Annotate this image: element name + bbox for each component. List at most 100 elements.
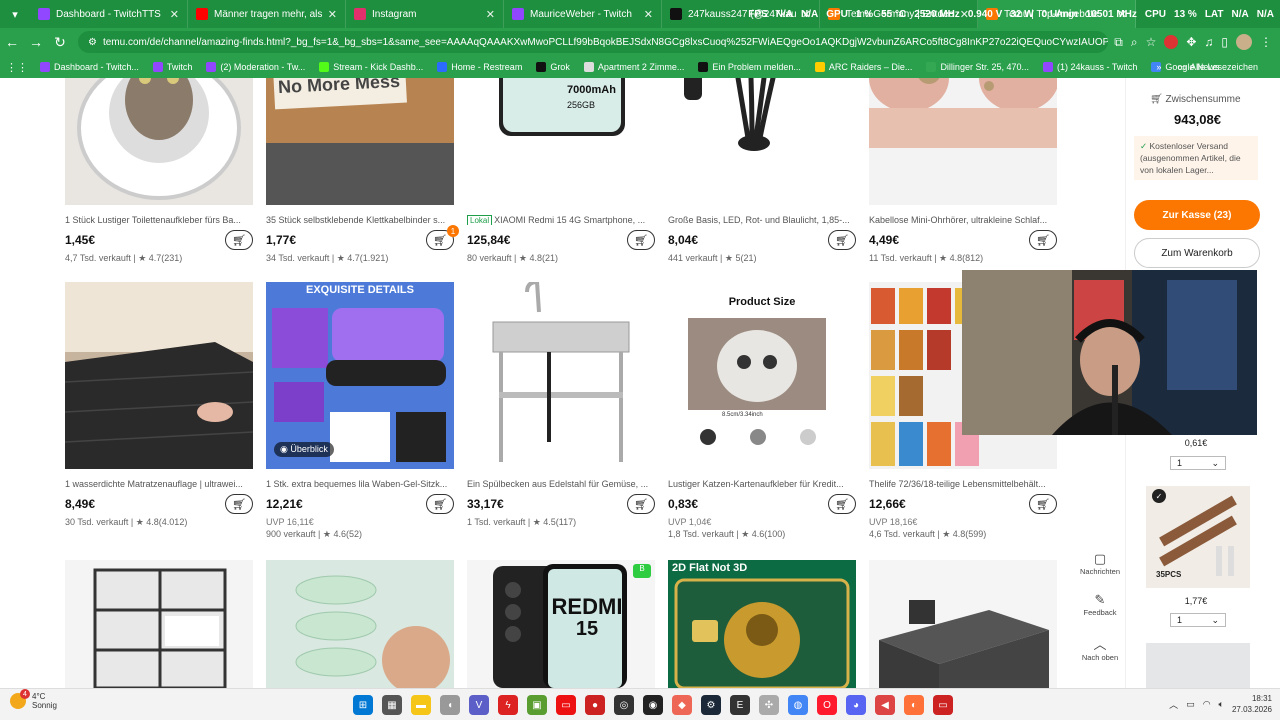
epic-games-icon[interactable]: E bbox=[730, 695, 750, 715]
product-card[interactable]: 1 Stück Lustiger Toilettenaufkleber fürs… bbox=[65, 78, 253, 264]
wifi-icon[interactable]: ◠ bbox=[1203, 699, 1211, 710]
reload-icon[interactable]: ↻ bbox=[48, 30, 72, 54]
game-icon[interactable]: ◆ bbox=[672, 695, 692, 715]
product-card[interactable]: 1 wasserdichte Matratzenauflage | ultraw… bbox=[65, 282, 253, 528]
add-to-cart-button[interactable]: 🛒︎ bbox=[627, 230, 655, 250]
add-to-cart-button[interactable]: 🛒︎ bbox=[828, 230, 856, 250]
volume-icon[interactable]: 🔈︎ bbox=[1219, 699, 1224, 710]
discord-icon[interactable]: ◕ bbox=[846, 695, 866, 715]
product-image[interactable]: Product Size 8.5cm/3.34inch bbox=[668, 282, 856, 469]
bluestacks-icon[interactable]: ◉ bbox=[643, 695, 663, 715]
product-title[interactable]: Lokal XIAOMI Redmi 15 4G Smartphone, ... bbox=[467, 215, 655, 225]
back-icon[interactable]: ← bbox=[0, 30, 24, 54]
product-card[interactable] bbox=[869, 560, 1057, 688]
tab-search-icon[interactable]: ▾ bbox=[4, 3, 26, 25]
close-tab-icon[interactable]: ✕ bbox=[486, 8, 495, 21]
v-app-icon[interactable]: V bbox=[469, 695, 489, 715]
product-title[interactable]: 1 wasserdichte Matratzenauflage | ultraw… bbox=[65, 479, 253, 489]
mouse-icon[interactable]: ◖ bbox=[440, 695, 460, 715]
network-icon[interactable]: ✣ bbox=[759, 695, 779, 715]
add-to-cart-button[interactable]: 🛒︎ bbox=[426, 494, 454, 514]
product-image[interactable]: No More Mess bbox=[266, 78, 454, 205]
zoom-icon[interactable]: ⌕ bbox=[1131, 35, 1138, 50]
product-title[interactable]: 1 Stück Lustiger Toilettenaufkleber fürs… bbox=[65, 215, 253, 225]
product-card[interactable]: No More Mess 35 Stück selbstklebende Klet… bbox=[266, 78, 459, 264]
bookmark-item[interactable]: ARC Raiders – Die... bbox=[814, 62, 912, 72]
add-to-cart-button[interactable]: 🛒︎ bbox=[1029, 494, 1057, 514]
obs-icon[interactable]: ◎ bbox=[614, 695, 634, 715]
product-title[interactable]: 35 Stück selbstklebende Klettkabelbinder… bbox=[266, 215, 454, 225]
bookmark-item[interactable]: (1) 24kauss - Twitch bbox=[1042, 62, 1137, 72]
product-image[interactable] bbox=[668, 78, 856, 205]
record-icon[interactable]: ● bbox=[585, 695, 605, 715]
close-tab-icon[interactable]: ✕ bbox=[644, 8, 653, 21]
product-card[interactable] bbox=[65, 560, 253, 688]
product-title[interactable]: Große Basis, LED, Rot- und Blaulicht, 1,… bbox=[668, 215, 856, 225]
browser-tab[interactable]: Männer tragen mehr, als sie zei ✕ bbox=[188, 0, 346, 28]
tray-chevron-icon[interactable]: ︿ bbox=[1169, 698, 1178, 711]
clock[interactable]: 18:31 27.03.2026 bbox=[1232, 693, 1272, 715]
extensions-icon[interactable]: ✥ bbox=[1186, 35, 1196, 49]
add-to-cart-button[interactable]: 🛒︎ bbox=[1029, 230, 1057, 250]
site-info-icon[interactable]: ⚙ bbox=[88, 37, 97, 48]
product-card[interactable]: Große Basis, LED, Rot- und Blaulicht, 1,… bbox=[668, 78, 856, 264]
product-title[interactable]: Lustiger Katzen-Kartenaufkleber für Kred… bbox=[668, 479, 856, 489]
close-tab-icon[interactable]: ✕ bbox=[170, 8, 179, 21]
file-explorer-icon[interactable]: ▬ bbox=[411, 695, 431, 715]
bookmark-item[interactable]: Apartment 2 Zimme... bbox=[583, 62, 684, 72]
chrome-icon[interactable]: ◍ bbox=[788, 695, 808, 715]
all-bookmarks-folder[interactable]: ▭ Alle Lesezeichen bbox=[1177, 62, 1258, 73]
bookmark-item[interactable]: Twitch bbox=[152, 62, 192, 72]
url-field[interactable]: ⚙ temu.com/de/channel/amazing-finds.html… bbox=[78, 31, 1109, 53]
bookmark-item[interactable]: Dillinger Str. 25, 470... bbox=[926, 62, 1029, 72]
product-card[interactable]: EXQUISITE DETAILS ◉ Überblick 1 Stk. extra… bbox=[266, 282, 454, 540]
firefox-icon[interactable]: ◐ bbox=[904, 695, 924, 715]
media-icon[interactable]: ♫ bbox=[1204, 35, 1213, 49]
extension-abp-icon[interactable] bbox=[1164, 35, 1179, 49]
product-title[interactable]: Thelife 72/36/18-teilige Lebensmittelbeh… bbox=[869, 479, 1057, 489]
calculator-icon[interactable]: ▦ bbox=[382, 695, 402, 715]
product-card[interactable]: REDMI 15 B bbox=[467, 560, 655, 688]
bookmark-item[interactable]: Home - Restream bbox=[437, 62, 522, 72]
bookmark-star-icon[interactable]: ☆ bbox=[1146, 35, 1157, 49]
product-image[interactable] bbox=[467, 282, 655, 469]
add-to-cart-button[interactable]: 🛒︎ bbox=[627, 494, 655, 514]
product-card[interactable]: Kabellose Mini-Ohrhörer, ultrakleine Sch… bbox=[869, 78, 1057, 264]
bookmarks-more[interactable]: » bbox=[1156, 62, 1161, 72]
bookmark-item[interactable]: Stream - Kick Dashb... bbox=[319, 62, 423, 72]
feedback-button[interactable]: ✎ Feedback bbox=[1075, 592, 1125, 617]
flash-app-icon[interactable]: ϟ bbox=[498, 695, 518, 715]
product-card[interactable]: Ein Spülbecken aus Edelstahl für Gemüse,… bbox=[467, 282, 655, 528]
menu-icon[interactable]: ⋮ bbox=[1260, 35, 1272, 49]
stream-deck-icon[interactable]: ▭ bbox=[933, 695, 953, 715]
product-image[interactable] bbox=[869, 78, 1057, 205]
product-card[interactable]: 2D Flat Not 3D bbox=[668, 560, 856, 688]
product-image[interactable] bbox=[65, 78, 253, 205]
sidepanel-icon[interactable]: ▯ bbox=[1221, 35, 1228, 49]
add-to-cart-button[interactable]: 🛒︎ bbox=[828, 494, 856, 514]
forward-icon[interactable]: → bbox=[24, 30, 48, 54]
product-title[interactable]: Kabellose Mini-Ohrhörer, ultrakleine Sch… bbox=[869, 215, 1057, 225]
item-selected-check-2[interactable]: ✓ bbox=[1152, 489, 1166, 503]
start-icon[interactable]: ⊞ bbox=[353, 695, 373, 715]
quantity-select[interactable]: 1 ⌄ bbox=[1170, 456, 1226, 470]
bookmark-item[interactable]: (2) Moderation - Tw... bbox=[206, 62, 305, 72]
add-to-cart-button[interactable]: 🛒︎ bbox=[225, 494, 253, 514]
close-tab-icon[interactable]: ✕ bbox=[328, 8, 337, 21]
weather-widget[interactable]: 4 4°C Sonnig bbox=[10, 689, 57, 710]
add-to-cart-button[interactable]: 🛒︎ 1 bbox=[426, 225, 459, 250]
bookmark-item[interactable]: Grok bbox=[536, 62, 570, 72]
product-image[interactable] bbox=[65, 282, 253, 469]
product-image[interactable]: EXQUISITE DETAILS ◉ Überblick bbox=[266, 282, 454, 469]
overview-chip[interactable]: ◉ Überblick bbox=[274, 442, 334, 457]
view-cart-button[interactable]: Zum Warenkorb bbox=[1134, 238, 1260, 268]
back-to-top-button[interactable]: ︿ Nach oben bbox=[1075, 634, 1125, 662]
bookmark-item[interactable]: Dashboard - Twitch... bbox=[40, 62, 139, 72]
product-card[interactable]: Product Size 8.5cm/3.34inch Lustiger Katze… bbox=[668, 282, 856, 540]
red-app-icon[interactable]: ◀ bbox=[875, 695, 895, 715]
product-title[interactable]: Ein Spülbecken aus Edelstahl für Gemüse,… bbox=[467, 479, 655, 489]
profile-avatar[interactable] bbox=[1236, 34, 1252, 50]
product-card[interactable] bbox=[266, 560, 454, 688]
product-card[interactable]: REDMI157000mAh256GBLokalXIAOMI Redmi 15 … bbox=[467, 78, 655, 264]
browser-tab[interactable]: MauriceWeber - Twitch ✕ bbox=[504, 0, 662, 28]
